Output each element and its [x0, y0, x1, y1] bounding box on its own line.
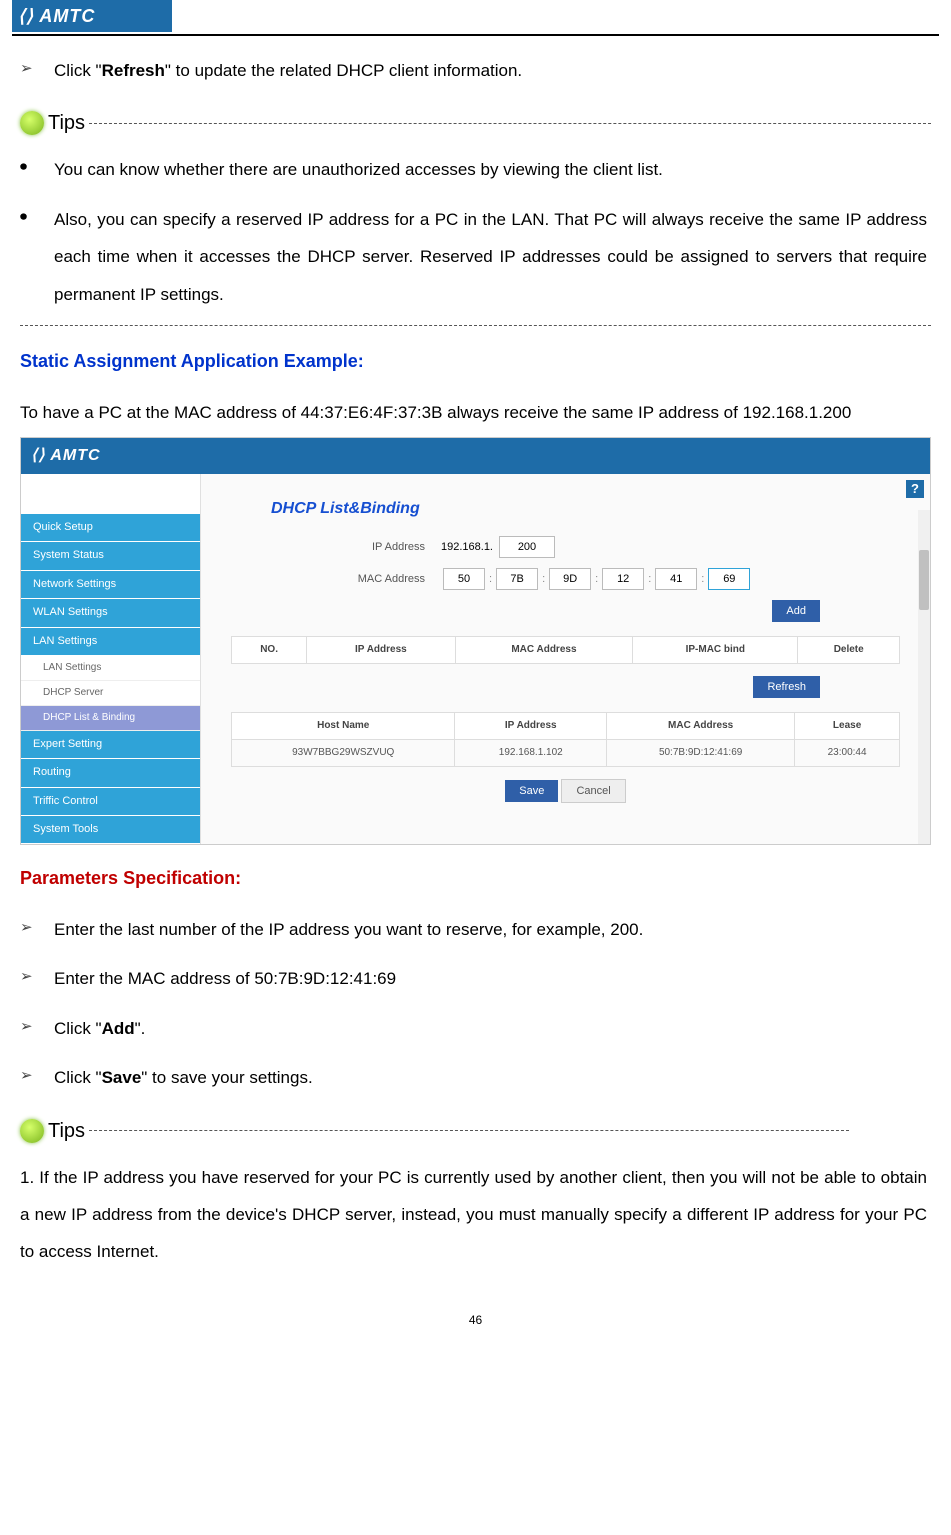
refresh-instruction: ➢ Click "Refresh" to update the related … — [20, 52, 931, 89]
help-icon[interactable]: ? — [906, 480, 924, 498]
col-lease: Lease — [795, 713, 900, 740]
sidebar-item-wlan-settings[interactable]: WLAN Settings — [21, 599, 200, 627]
col-ip2: IP Address — [455, 713, 607, 740]
col-mac2: MAC Address — [607, 713, 795, 740]
cancel-button[interactable]: Cancel — [561, 779, 625, 803]
col-bind: IP-MAC bind — [633, 637, 798, 664]
sidebar-item-network-settings[interactable]: Network Settings — [21, 571, 200, 599]
sidebar-item-system-status[interactable]: System Status — [21, 542, 200, 570]
shot-brand: ⟨⟩ AMTC — [21, 438, 930, 474]
static-assignment-heading: Static Assignment Application Example: — [20, 342, 931, 382]
content-title: DHCP List&Binding — [271, 498, 900, 520]
mac-input-3[interactable] — [549, 568, 591, 590]
router-ui-screenshot: ⟨⟩ AMTC ? Quick Setup System Status Netw… — [20, 437, 931, 846]
shot-sidebar: Quick Setup System Status Network Settin… — [21, 474, 201, 845]
static-assignment-body: To have a PC at the MAC address of 44:37… — [20, 394, 931, 431]
mac-input-5[interactable] — [655, 568, 697, 590]
binding-table: NO. IP Address MAC Address IP-MAC bind D… — [231, 636, 900, 664]
param-step: ➢Enter the MAC address of 50:7B:9D:12:41… — [20, 960, 931, 997]
tip-item: ⏺ You can know whether there are unautho… — [20, 151, 931, 188]
sidebar-sub-dhcp-list-binding[interactable]: DHCP List & Binding — [21, 706, 200, 731]
ip-prefix: 192.168.1. — [441, 540, 493, 555]
lightbulb-icon — [20, 1119, 44, 1143]
mac-address-label: MAC Address — [231, 572, 441, 587]
col-mac: MAC Address — [455, 637, 633, 664]
page-number: 46 — [12, 1313, 939, 1327]
client-table: Host Name IP Address MAC Address Lease 9… — [231, 712, 900, 767]
sidebar-item-lan-settings[interactable]: LAN Settings — [21, 628, 200, 656]
col-delete: Delete — [798, 637, 900, 664]
table-row: 93W7BBG29WSZVUQ 192.168.1.102 50:7B:9D:1… — [232, 740, 900, 767]
tips-header: Tips — [20, 101, 931, 145]
sidebar-item-routing[interactable]: Routing — [21, 759, 200, 787]
sidebar-item-expert-setting[interactable]: Expert Setting — [21, 731, 200, 759]
param-step: ➢Click "Save" to save your settings. — [20, 1059, 931, 1096]
param-step: ➢Click "Add". — [20, 1010, 931, 1047]
mac-input-6[interactable] — [708, 568, 750, 590]
add-button[interactable]: Add — [772, 600, 820, 622]
param-step: ➢Enter the last number of the IP address… — [20, 911, 931, 948]
col-no: NO. — [232, 637, 307, 664]
tips-label: Tips — [48, 1109, 85, 1153]
sidebar-item-triffic-control[interactable]: Triffic Control — [21, 788, 200, 816]
divider-dashed — [20, 325, 931, 326]
col-ip: IP Address — [307, 637, 455, 664]
mac-input-2[interactable] — [496, 568, 538, 590]
sidebar-item-quick-setup[interactable]: Quick Setup — [21, 514, 200, 542]
ip-address-label: IP Address — [231, 540, 441, 555]
sidebar-sub-dhcp-server[interactable]: DHCP Server — [21, 681, 200, 706]
brand-logo: ⟨⟩ AMTC — [12, 0, 172, 32]
col-hostname: Host Name — [232, 713, 455, 740]
mac-input-1[interactable] — [443, 568, 485, 590]
parameters-heading: Parameters Specification: — [20, 859, 931, 899]
tips-header-2: Tips — [20, 1109, 931, 1153]
sidebar-sub-lan-settings[interactable]: LAN Settings — [21, 656, 200, 681]
lightbulb-icon — [20, 111, 44, 135]
ip-last-octet-input[interactable] — [499, 536, 555, 558]
mac-input-4[interactable] — [602, 568, 644, 590]
bottom-tip: 1. If the IP address you have reserved f… — [20, 1159, 931, 1271]
sidebar-item-system-tools[interactable]: System Tools — [21, 816, 200, 844]
scrollbar[interactable] — [918, 510, 930, 845]
tips-label: Tips — [48, 101, 85, 145]
refresh-button[interactable]: Refresh — [753, 676, 820, 698]
save-button[interactable]: Save — [505, 780, 558, 802]
tip-item: ⏺ Also, you can specify a reserved IP ad… — [20, 201, 931, 313]
